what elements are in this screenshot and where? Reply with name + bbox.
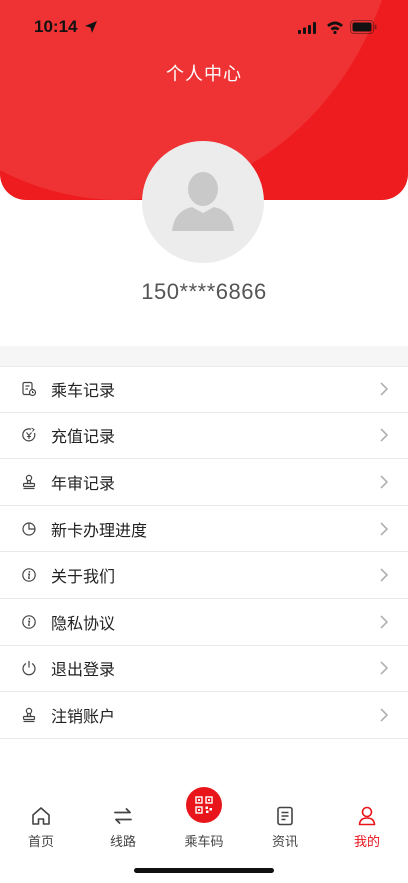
chevron-right-icon [380, 382, 388, 396]
route-arrows-icon [114, 808, 132, 824]
progress-icon [22, 521, 36, 536]
menu-item-about-us[interactable]: 关于我们 [0, 552, 408, 599]
user-silhouette-icon [172, 172, 234, 231]
status-time: 10:14 [34, 17, 78, 36]
location-arrow-icon [85, 21, 97, 33]
avatar[interactable] [142, 141, 264, 263]
stamp-icon [22, 474, 36, 490]
menu-item-new-card-progress[interactable]: 新卡办理进度 [0, 505, 408, 553]
menu-item-recharge-records[interactable]: 充值记录 [0, 412, 408, 460]
menu-item-logout[interactable]: 退出登录 [0, 645, 408, 693]
qr-code-icon [195, 796, 213, 814]
ride-record-icon [22, 382, 37, 397]
cellular-signal-icon [298, 22, 316, 34]
home-indicator [134, 868, 274, 873]
battery-icon [350, 20, 377, 34]
menu-item-privacy-agreement[interactable]: 隐私协议 [0, 598, 408, 646]
user-icon [358, 806, 376, 826]
stamp-icon [22, 707, 36, 723]
tab-label: 我的 [353, 835, 380, 850]
tab-label: 资讯 [271, 835, 298, 850]
tab-routes[interactable]: 线路 [82, 785, 164, 855]
menu-list: 乘车记录 充值记录 年审记录 新卡办理进度 关于我们 隐私协议 退出登录 注销账… [0, 366, 408, 739]
chevron-right-icon [380, 522, 388, 536]
tab-home[interactable]: 首页 [0, 785, 82, 855]
chevron-right-icon [380, 615, 388, 629]
phone-number: 150****6866 [141, 279, 267, 304]
power-icon [22, 661, 36, 676]
ride-code-button[interactable] [186, 787, 222, 823]
chevron-right-icon [380, 661, 388, 675]
menu-item-label: 关于我们 [51, 567, 116, 587]
info-icon [22, 568, 36, 582]
menu-item-ride-records[interactable]: 乘车记录 [0, 366, 408, 413]
chevron-right-icon [380, 708, 388, 722]
menu-item-label: 退出登录 [51, 660, 116, 680]
chevron-right-icon [380, 475, 388, 489]
menu-item-label: 乘车记录 [51, 381, 116, 401]
menu-item-delete-account[interactable]: 注销账户 [0, 692, 408, 739]
wifi-icon [327, 21, 343, 34]
screen: 10:14 个人中心 150****6866 乘车记录 充值记录 年审记录 新卡… [0, 0, 408, 883]
chevron-right-icon [380, 428, 388, 442]
info-icon [22, 614, 36, 629]
menu-item-annual-review-records[interactable]: 年审记录 [0, 459, 408, 506]
tab-label: 线路 [109, 835, 136, 850]
news-icon [277, 806, 293, 826]
home-icon [32, 807, 50, 825]
menu-item-label: 注销账户 [51, 706, 116, 726]
tab-label: 乘车码 [184, 835, 224, 850]
tab-label: 首页 [27, 835, 54, 850]
menu-item-label: 年审记录 [51, 473, 116, 493]
tab-news[interactable]: 资讯 [244, 785, 326, 855]
menu-item-label: 新卡办理进度 [51, 520, 148, 540]
section-divider [0, 346, 408, 366]
tab-mine[interactable]: 我的 [326, 785, 408, 855]
menu-item-label: 隐私协议 [51, 613, 116, 633]
page-title: 个人中心 [166, 64, 242, 85]
chevron-right-icon [380, 568, 388, 582]
recharge-icon [22, 427, 36, 442]
status-bar: 10:14 [0, 0, 408, 54]
tab-ride-code[interactable]: 乘车码 [163, 785, 245, 855]
menu-item-label: 充值记录 [51, 427, 116, 447]
